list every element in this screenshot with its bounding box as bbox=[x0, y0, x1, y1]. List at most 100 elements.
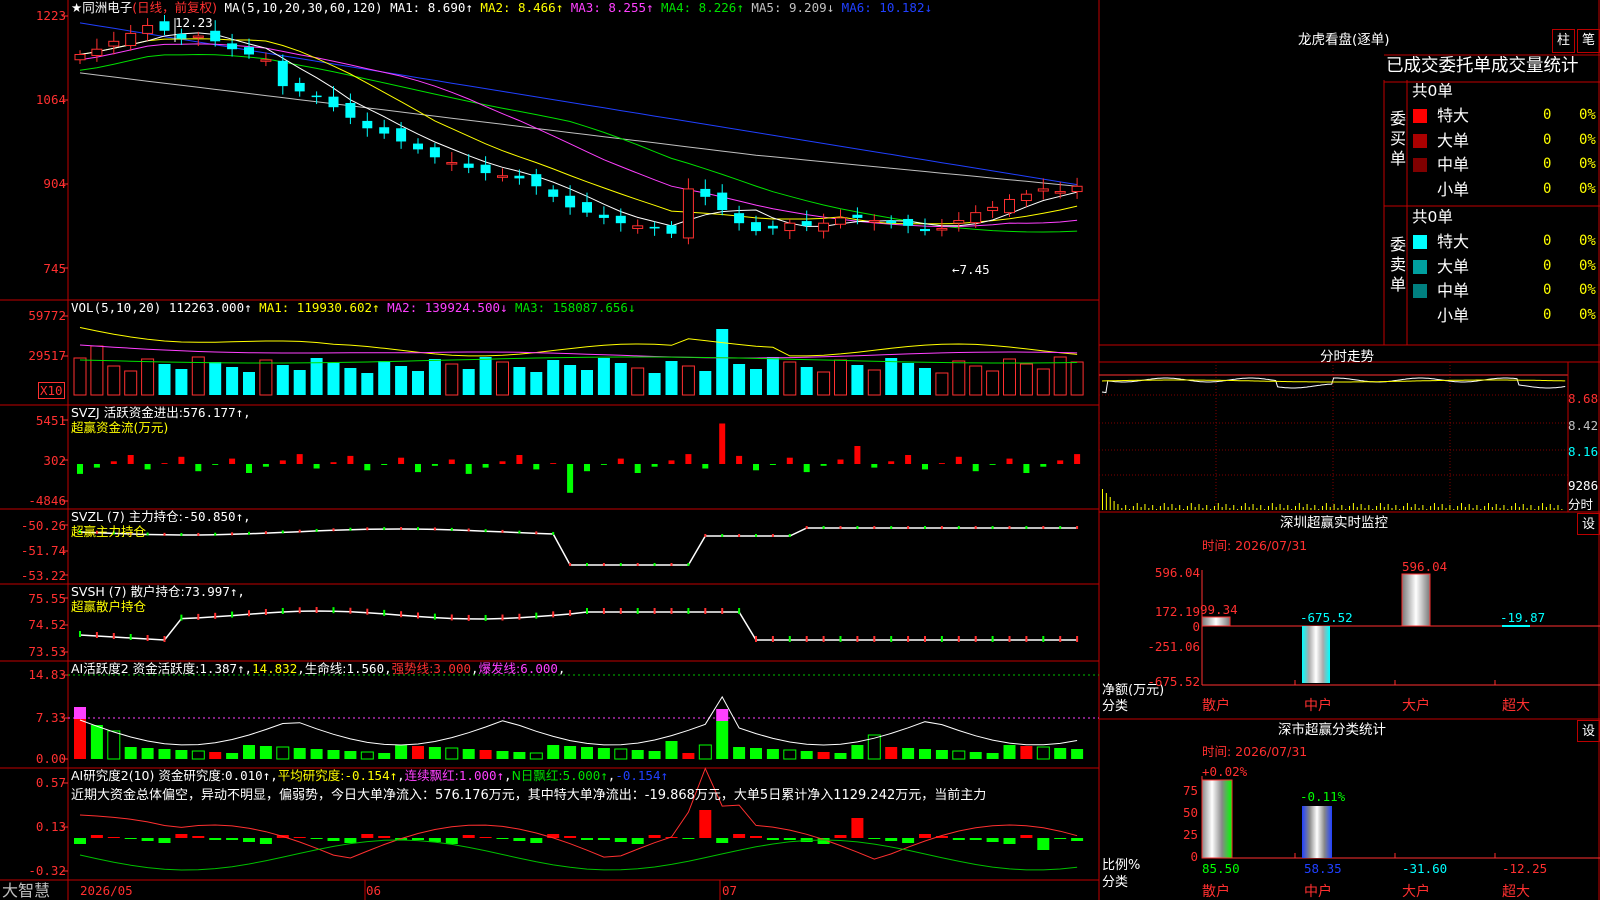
flow-bar bbox=[262, 464, 269, 467]
category-swatch bbox=[1413, 259, 1427, 274]
holding-dot bbox=[400, 527, 403, 531]
holding-dot bbox=[974, 636, 977, 642]
intraday-volume-bar bbox=[1190, 503, 1192, 510]
candle-body bbox=[192, 35, 204, 39]
candle-body bbox=[379, 127, 390, 134]
candle-body bbox=[1037, 188, 1049, 192]
main-holding-line bbox=[79, 527, 1078, 566]
intraday-volume-bar bbox=[1148, 508, 1150, 510]
flow-bar bbox=[719, 423, 726, 464]
category-count: 0 bbox=[1543, 257, 1552, 274]
axis-label: 8.68 bbox=[1568, 391, 1599, 406]
candle-body bbox=[260, 59, 272, 62]
activity-bar bbox=[952, 750, 966, 760]
candle-body bbox=[936, 227, 948, 231]
intraday-volume-bar bbox=[1322, 506, 1324, 510]
holding-dot bbox=[653, 608, 656, 614]
activity-bar bbox=[1036, 746, 1050, 760]
intraday-volume-bar bbox=[1117, 504, 1119, 510]
research-bar bbox=[986, 838, 999, 842]
volume-bar bbox=[412, 371, 424, 395]
research-bar bbox=[344, 838, 357, 843]
holding-dot bbox=[805, 636, 808, 642]
holding-dot bbox=[484, 614, 487, 621]
research-bar bbox=[293, 837, 306, 838]
holding-dot bbox=[501, 529, 504, 533]
flow-bar bbox=[415, 464, 421, 473]
category-swatch bbox=[1413, 133, 1427, 148]
sm-bar bbox=[1302, 806, 1332, 858]
holding-dot bbox=[180, 532, 183, 536]
intraday-volume-bar bbox=[1364, 508, 1366, 510]
axis-label: 904 bbox=[43, 176, 66, 191]
flow-bar bbox=[972, 464, 979, 472]
volume-bar bbox=[817, 371, 831, 396]
intraday-volume-bar bbox=[1287, 505, 1289, 510]
intraday-volume-bar bbox=[1418, 508, 1420, 510]
candle-body bbox=[548, 189, 559, 197]
candle-body bbox=[767, 225, 778, 229]
research-bar bbox=[74, 838, 86, 844]
holding-dot bbox=[738, 534, 741, 537]
activity-bar bbox=[276, 746, 290, 760]
research-bar bbox=[564, 836, 577, 838]
research-bar bbox=[631, 838, 644, 844]
holding-dot bbox=[873, 526, 876, 529]
volume-bar bbox=[107, 365, 121, 396]
intraday-volume-bar bbox=[1159, 506, 1161, 510]
intraday-volume-bar bbox=[1217, 503, 1219, 510]
volume-bar bbox=[919, 368, 931, 395]
axis-label: 1223 bbox=[35, 8, 66, 23]
intraday-volume-bar bbox=[1553, 508, 1555, 510]
activity-bar bbox=[141, 748, 154, 759]
order-side-label: 卖 bbox=[1390, 255, 1407, 274]
intraday-volume-bar bbox=[1221, 507, 1223, 510]
activity-bar bbox=[209, 752, 222, 759]
high-mark: 12.23 bbox=[175, 15, 213, 30]
sz-xlabel: 分类 bbox=[1102, 699, 1129, 714]
volume-bar bbox=[1019, 363, 1033, 396]
research-bar bbox=[919, 834, 931, 838]
holding-dot bbox=[467, 528, 470, 532]
sm-xlabel: 分类 bbox=[1102, 875, 1129, 890]
candle-body bbox=[1004, 198, 1015, 214]
intraday-volume-bar bbox=[1279, 504, 1281, 510]
axis-label: 74.52 bbox=[28, 617, 66, 632]
axis-label: 596.04 bbox=[1154, 565, 1200, 580]
ma2-line bbox=[79, 38, 1078, 225]
candle-body bbox=[328, 96, 339, 108]
flow-bar bbox=[922, 464, 928, 470]
stock-name[interactable]: 同洲电子 bbox=[82, 0, 132, 15]
axis-label: 5451 bbox=[35, 413, 66, 428]
ma-value: MA3: 8.255↑ bbox=[563, 0, 654, 15]
intraday-avg-line bbox=[1101, 379, 1566, 383]
intraday-volume-bar bbox=[1325, 503, 1327, 510]
chart-mode[interactable]: (日线，前复权) bbox=[132, 0, 217, 15]
research-bar bbox=[124, 838, 137, 839]
holding-dot bbox=[484, 529, 487, 533]
tick-mode-button[interactable]: 笔 bbox=[1577, 29, 1600, 53]
activity-bar bbox=[479, 750, 492, 759]
research-bar bbox=[192, 836, 205, 838]
holding-dot bbox=[163, 636, 166, 642]
bar-mode-button[interactable]: 柱 bbox=[1552, 29, 1575, 53]
holding-dot bbox=[163, 532, 166, 536]
chart-canvas[interactable] bbox=[0, 0, 1600, 900]
sm-settings-button[interactable]: 设 bbox=[1577, 720, 1600, 742]
order-side-label: 买 bbox=[1390, 129, 1407, 148]
activity-bar bbox=[716, 721, 729, 759]
flow-bar bbox=[330, 462, 337, 464]
candle-body bbox=[582, 202, 592, 213]
volume-bar bbox=[783, 361, 797, 396]
flow-bar bbox=[1040, 464, 1047, 467]
activity-bar bbox=[74, 719, 86, 759]
sz-settings-button[interactable]: 设 bbox=[1577, 513, 1600, 535]
flow-bar bbox=[347, 455, 354, 464]
candle-body bbox=[142, 24, 154, 34]
activity-bar bbox=[496, 751, 509, 759]
holding-dot bbox=[248, 610, 250, 617]
holding-dot bbox=[214, 532, 217, 536]
research-bar bbox=[310, 838, 323, 839]
intraday-volume-bar bbox=[1410, 507, 1412, 510]
holding-dot bbox=[450, 527, 453, 531]
